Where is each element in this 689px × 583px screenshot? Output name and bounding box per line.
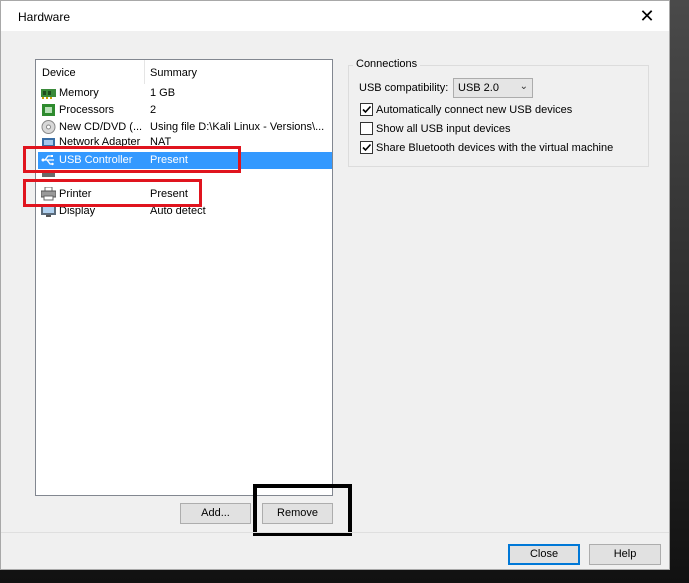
chevron-down-icon: ⌄ bbox=[519, 81, 528, 92]
checkmark-icon bbox=[362, 105, 372, 114]
device-row-usb-controller[interactable]: USB Controller Present bbox=[38, 152, 332, 169]
column-header-summary[interactable]: Summary bbox=[150, 67, 197, 79]
hardware-dialog: Hardware ✕ Device Summary Memory 1 GB Pr… bbox=[0, 0, 670, 570]
sound-card-icon bbox=[41, 171, 56, 179]
usb-compatibility-value: USB 2.0 bbox=[458, 82, 499, 94]
dialog-title: Hardware bbox=[18, 10, 71, 24]
device-summary: NAT bbox=[150, 136, 172, 148]
device-name: Network Adapter bbox=[59, 136, 141, 148]
device-row-cd-dvd[interactable]: New CD/DVD (... Using file D:\Kali Linux… bbox=[38, 119, 332, 136]
column-header-device[interactable]: Device bbox=[42, 67, 76, 79]
device-list: Device Summary Memory 1 GB Processors 2 … bbox=[35, 59, 333, 496]
share-bluetooth-label[interactable]: Share Bluetooth devices with the virtual… bbox=[376, 142, 613, 154]
auto-connect-checkbox[interactable] bbox=[360, 103, 373, 116]
close-icon[interactable]: ✕ bbox=[625, 1, 669, 31]
device-row-memory[interactable]: Memory 1 GB bbox=[38, 85, 332, 102]
network-adapter-icon bbox=[41, 137, 56, 148]
column-separator bbox=[144, 60, 145, 84]
help-button[interactable]: Help bbox=[589, 544, 661, 565]
device-name: Sound Card bbox=[59, 171, 143, 179]
device-row-display[interactable]: Display Auto detect bbox=[38, 203, 332, 220]
usb-icon bbox=[41, 153, 56, 167]
auto-connect-label[interactable]: Automatically connect new USB devices bbox=[376, 104, 572, 116]
device-name: New CD/DVD (... bbox=[59, 121, 143, 133]
device-name: Printer bbox=[59, 188, 92, 200]
checkmark-icon bbox=[362, 143, 372, 152]
usb-compatibility-select[interactable]: USB 2.0 ⌄ bbox=[453, 78, 533, 98]
title-bar: Hardware ✕ bbox=[1, 1, 669, 31]
display-icon bbox=[41, 204, 56, 218]
device-summary: Auto detect bbox=[150, 205, 206, 217]
device-name: Display bbox=[59, 205, 96, 217]
printer-icon bbox=[40, 186, 57, 201]
device-summary: Auto detect bbox=[150, 171, 330, 179]
usb-compatibility-label: USB compatibility: bbox=[359, 82, 449, 94]
share-bluetooth-checkbox[interactable] bbox=[360, 141, 373, 154]
show-usb-input-label[interactable]: Show all USB input devices bbox=[376, 123, 511, 135]
device-summary: Present bbox=[150, 188, 188, 200]
device-summary: Present bbox=[150, 154, 188, 166]
device-row-sound-card[interactable]: Sound Card Auto detect bbox=[38, 171, 332, 179]
device-name: Processors bbox=[59, 104, 115, 116]
close-button[interactable]: Close bbox=[508, 544, 580, 565]
add-button[interactable]: Add... bbox=[180, 503, 251, 524]
bottom-separator bbox=[1, 532, 669, 533]
device-name: Memory bbox=[59, 87, 99, 99]
device-name: USB Controller bbox=[59, 154, 133, 166]
device-summary: 1 GB bbox=[150, 87, 176, 99]
show-usb-input-checkbox[interactable] bbox=[360, 122, 373, 135]
device-summary: 2 bbox=[150, 104, 157, 116]
device-row-network-adapter[interactable]: Network Adapter NAT bbox=[38, 136, 332, 148]
connections-group-title: Connections bbox=[353, 58, 421, 70]
memory-icon bbox=[41, 86, 56, 100]
device-list-header: Device Summary bbox=[36, 60, 332, 84]
cd-dvd-icon bbox=[41, 120, 56, 134]
device-row-printer[interactable]: Printer Present bbox=[38, 186, 332, 203]
processor-icon bbox=[41, 103, 56, 117]
device-row-processors[interactable]: Processors 2 bbox=[38, 102, 332, 119]
remove-button[interactable]: Remove bbox=[262, 503, 333, 524]
device-summary: Using file D:\Kali Linux - Versions\... bbox=[150, 121, 325, 133]
